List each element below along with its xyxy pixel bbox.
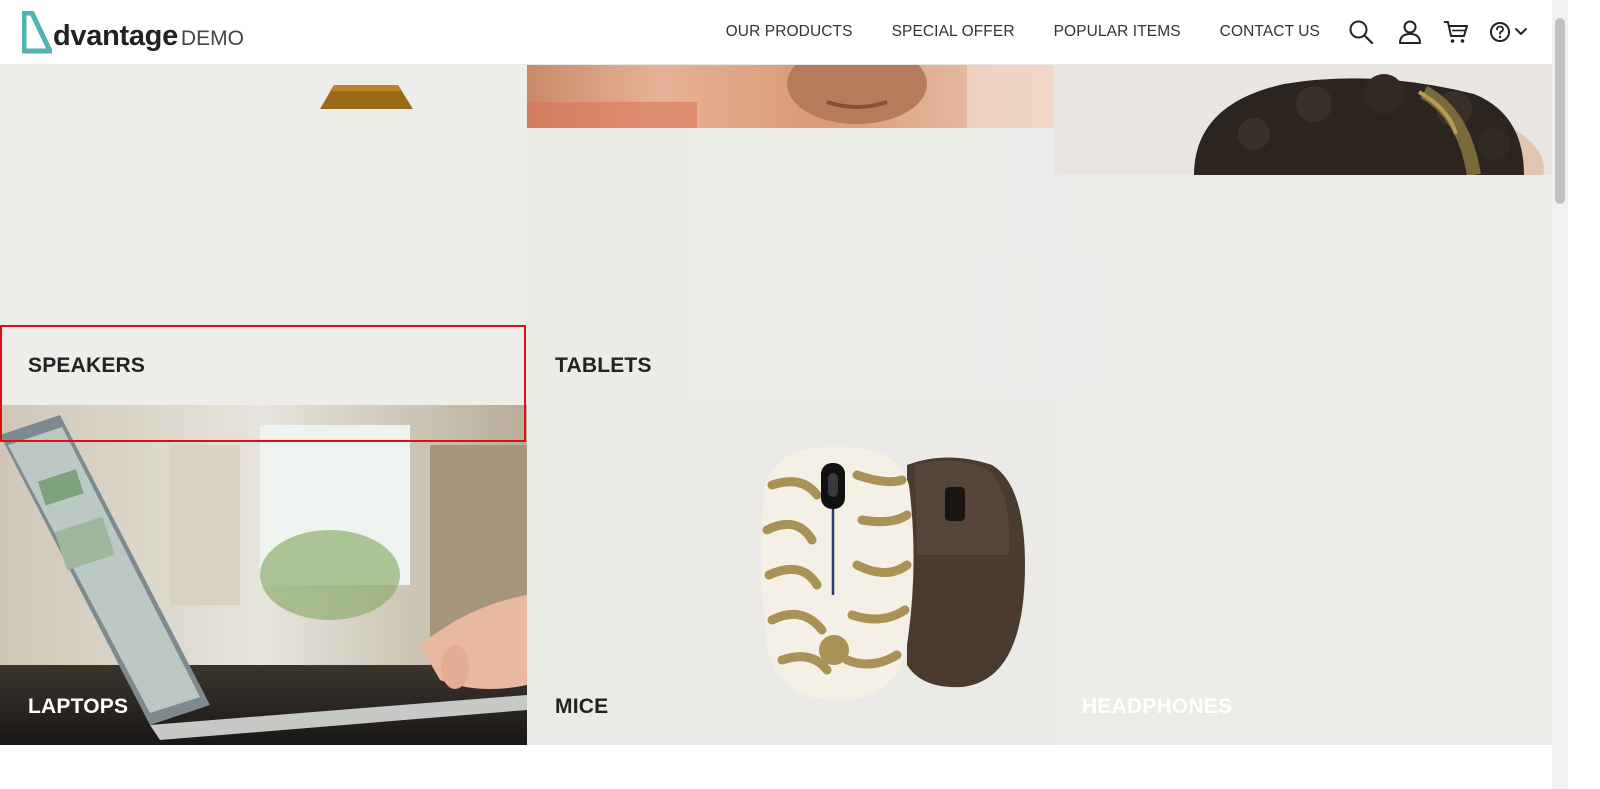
nav-popular-items[interactable]: POPULAR ITEMS: [1054, 23, 1181, 41]
nav-contact-us[interactable]: CONTACT US: [1220, 23, 1320, 41]
speaker-product-image: [320, 85, 413, 109]
search-icon[interactable]: [1347, 18, 1375, 46]
headphones-man-photo: [1054, 64, 1552, 175]
logo-mark-icon: [22, 11, 52, 54]
user-icon[interactable]: [1396, 18, 1424, 46]
category-label-mice: MICE: [555, 695, 609, 718]
cart-icon[interactable]: [1442, 18, 1470, 46]
laptop-product-photo: [0, 405, 527, 745]
mice-product-image: [761, 446, 1025, 700]
category-tile-laptops[interactable]: LAPTOPS: [0, 405, 527, 745]
site-logo[interactable]: dvantage DEMO: [22, 9, 244, 55]
tablet-woman-photo: [527, 64, 1054, 128]
vertical-scrollbar[interactable]: [1552, 0, 1568, 789]
nav-special-offer[interactable]: SPECIAL OFFER: [892, 23, 1015, 41]
help-icon[interactable]: [1488, 18, 1512, 46]
main-nav: OUR PRODUCTS SPECIAL OFFER POPULAR ITEMS…: [726, 0, 1320, 64]
nav-our-products[interactable]: OUR PRODUCTS: [726, 23, 853, 41]
window-margin: [1568, 0, 1600, 789]
category-tile-headphones[interactable]: HEADPHONES: [1054, 405, 1552, 745]
category-label-headphones: HEADPHONES: [1082, 695, 1233, 718]
category-tile-tablets[interactable]: TABLETS: [527, 64, 1552, 405]
logo-word: dvantage: [53, 20, 178, 52]
chevron-down-icon[interactable]: [1512, 18, 1530, 46]
category-tile-mice[interactable]: MICE: [527, 405, 1054, 745]
top-header: dvantage DEMO OUR PRODUCTS SPECIAL OFFER…: [0, 0, 1552, 65]
category-label-tablets: TABLETS: [555, 354, 652, 377]
highlight-box: [0, 325, 526, 442]
scrollbar-thumb[interactable]: [1555, 18, 1565, 204]
logo-demo: DEMO: [180, 27, 244, 50]
category-label-laptops: LAPTOPS: [28, 695, 129, 718]
